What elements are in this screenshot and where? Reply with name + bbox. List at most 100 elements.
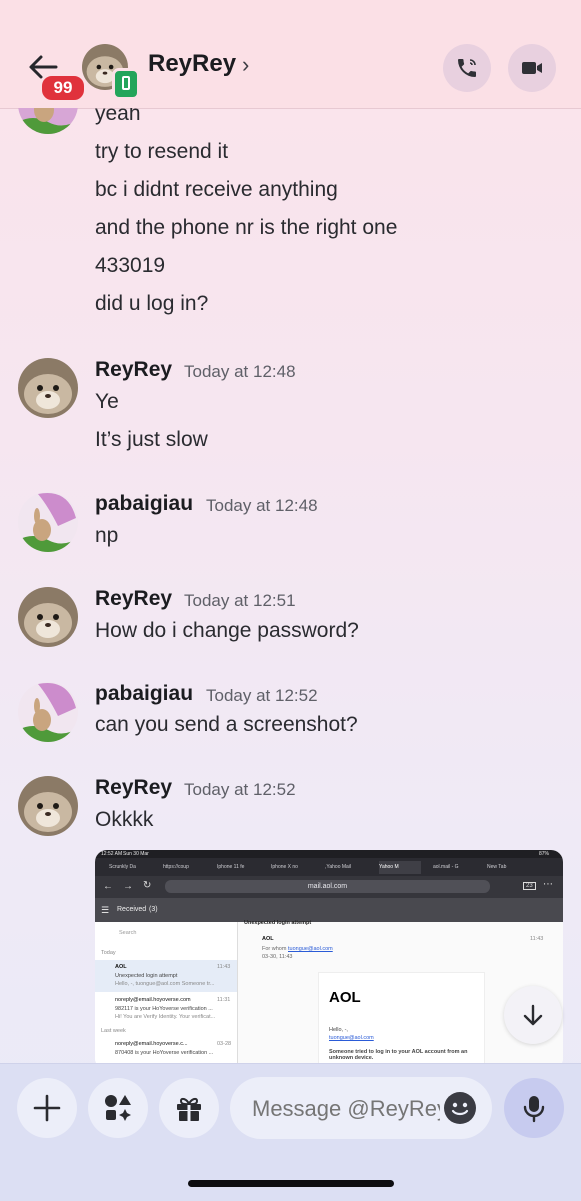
message-author[interactable]: pabaigiau xyxy=(95,492,193,516)
mail-recipient[interactable]: tuongue@aol.com xyxy=(288,946,333,952)
forward-arrow-icon[interactable]: → xyxy=(123,881,133,892)
message-author[interactable]: ReyRey xyxy=(95,358,172,382)
mail-subject: 870408 is your HoYoverse verification ..… xyxy=(115,1050,214,1056)
apps-icon xyxy=(105,1095,131,1121)
mail-subject: Unexpected login attempt xyxy=(244,920,312,926)
browser-tab[interactable]: New Tab xyxy=(487,861,529,874)
mail-email[interactable]: tuongue@aol.com xyxy=(329,1035,374,1041)
status-battery: 87% xyxy=(539,851,550,857)
chat-header: 99 ReyRey › xyxy=(0,0,581,109)
message-text: How do i change password? xyxy=(95,619,359,642)
message-timestamp: Today at 12:48 xyxy=(184,362,296,381)
mail-body: AOL Hello, -, tuongue@aol.com Someone tr… xyxy=(318,972,485,1063)
message-text: np xyxy=(95,524,119,547)
avatar[interactable] xyxy=(18,682,78,742)
phone-icon xyxy=(458,59,476,77)
mail-sender: noreply@email.hoyoverse.c... xyxy=(115,1041,188,1047)
mail-preview: Hi! You are Verify Identity. Your verifi… xyxy=(115,1014,216,1020)
address-bar-row: ← → ↻ mail.aol.com 23 ⋯ xyxy=(95,876,563,898)
mail-time: 11:31 xyxy=(217,997,231,1003)
message-text: 433019 xyxy=(95,254,166,277)
mail-greeting: Hello, -, xyxy=(329,1027,348,1033)
section-label: Today xyxy=(101,950,116,956)
gift-icon xyxy=(177,1097,201,1121)
search-input[interactable]: Search xyxy=(119,930,136,936)
browser-tab-active[interactable]: Yahoo M xyxy=(379,861,421,874)
page-title[interactable]: ReyRey xyxy=(148,50,236,78)
mail-list: Search Today AOL 11:43 Unexpected login … xyxy=(95,922,238,1063)
mail-toolbar: ☰ Received (3) xyxy=(95,898,563,922)
message-list[interactable]: yeah try to resend it bc i didnt receive… xyxy=(0,108,581,1063)
gift-button[interactable] xyxy=(159,1078,219,1138)
image-attachment[interactable]: 12:52 AM Sun 30 Mar 87% Scrunkly Da http… xyxy=(95,850,563,1063)
mail-subject: Unexpected login attempt xyxy=(115,973,178,979)
message-author[interactable]: pabaigiau xyxy=(95,682,193,706)
tab-count[interactable]: 23 xyxy=(523,882,536,890)
emoji-icon[interactable] xyxy=(444,1092,476,1124)
message-text: try to resend it xyxy=(95,140,229,163)
message-text: did u log in? xyxy=(95,292,209,315)
video-call-button[interactable] xyxy=(508,44,556,92)
browser-tab[interactable]: Iphone X no xyxy=(271,861,313,874)
mail-recipient-label: For whom xyxy=(262,946,287,952)
message-text: bc i didnt receive anything xyxy=(95,178,338,201)
status-time: 12:52 AM xyxy=(101,851,123,857)
list-item[interactable]: noreply@email.hoyoverse.c... 03-28 87040… xyxy=(95,1038,237,1063)
browser-tabs: Scrunkly Da https://coup Iphone 11 fe Ip… xyxy=(95,858,563,876)
message-timestamp: Today at 12:52 xyxy=(206,686,318,705)
message-timestamp: Today at 12:52 xyxy=(184,780,296,799)
mail-sender: noreply@email.hoyoverse.com xyxy=(115,997,191,1003)
home-indicator[interactable] xyxy=(188,1180,394,1187)
message-text: yeah xyxy=(95,108,141,125)
list-item[interactable]: noreply@email.hoyoverse.com 11:31 982117… xyxy=(95,994,237,1024)
chevron-right-icon[interactable]: › xyxy=(242,52,249,78)
message-author[interactable]: ReyRey xyxy=(95,776,172,800)
avatar[interactable] xyxy=(18,587,78,647)
avatar[interactable] xyxy=(18,776,78,836)
browser-tab[interactable]: Iphone 11 fe xyxy=(217,861,259,874)
message-field[interactable] xyxy=(230,1077,492,1139)
message-text: Ye xyxy=(95,390,119,413)
arrow-down-icon xyxy=(523,1004,543,1026)
message-text: It’s just slow xyxy=(95,428,208,451)
browser-tab[interactable]: https://coup xyxy=(163,861,205,874)
aol-logo: AOL xyxy=(329,989,361,1006)
menu-icon[interactable]: ☰ xyxy=(101,898,109,922)
message-text: Okkkk xyxy=(95,808,154,831)
browser-tab[interactable]: ,Yahoo Mail xyxy=(325,861,367,874)
mail-subject: 982117 is your HoYoverse verification ..… xyxy=(115,1006,213,1012)
back-arrow-icon[interactable]: ← xyxy=(103,881,113,892)
message-author[interactable]: ReyRey xyxy=(95,587,172,611)
add-attachment-button[interactable] xyxy=(17,1078,77,1138)
scroll-to-bottom-button[interactable] xyxy=(504,986,562,1044)
folder-name: Received xyxy=(117,906,147,913)
mail-body-text: Someone tried to log in to your AOL acco… xyxy=(329,1049,468,1061)
mobile-status-icon xyxy=(112,68,140,100)
reload-icon[interactable]: ↻ xyxy=(143,880,151,891)
mail-sender: AOL xyxy=(262,936,274,942)
message-input[interactable] xyxy=(250,1093,442,1125)
mail-time: 03-28 xyxy=(217,1041,232,1047)
mail-time: 11:43 xyxy=(530,936,544,942)
browser-tab[interactable]: Scrunkly Da xyxy=(109,861,151,874)
mail-date: 03-30, 11:43 xyxy=(262,954,293,960)
list-item[interactable]: AOL 11:43 Unexpected login attempt Hello… xyxy=(95,960,237,992)
apps-button[interactable] xyxy=(88,1078,148,1138)
unread-badge: 99 xyxy=(40,74,86,102)
message-text: can you send a screenshot? xyxy=(95,713,358,736)
avatar[interactable] xyxy=(18,108,78,134)
avatar[interactable] xyxy=(18,358,78,418)
browser-tab[interactable]: aol.mail - G xyxy=(433,861,475,874)
status-date: Sun 30 Mar xyxy=(123,851,149,857)
avatar[interactable] xyxy=(18,492,78,552)
message-timestamp: Today at 12:51 xyxy=(184,591,296,610)
folder-count: (3) xyxy=(149,906,158,913)
video-camera-icon xyxy=(522,62,542,74)
more-icon[interactable]: ⋯ xyxy=(543,879,553,890)
microphone-icon xyxy=(523,1096,545,1123)
voice-message-button[interactable] xyxy=(504,1078,564,1138)
mail-preview: Hello, -, tuongue@aol.com Someone tr... xyxy=(115,981,215,987)
voice-call-button[interactable] xyxy=(443,44,491,92)
url-field[interactable]: mail.aol.com xyxy=(165,880,490,893)
message-timestamp: Today at 12:48 xyxy=(206,496,318,515)
